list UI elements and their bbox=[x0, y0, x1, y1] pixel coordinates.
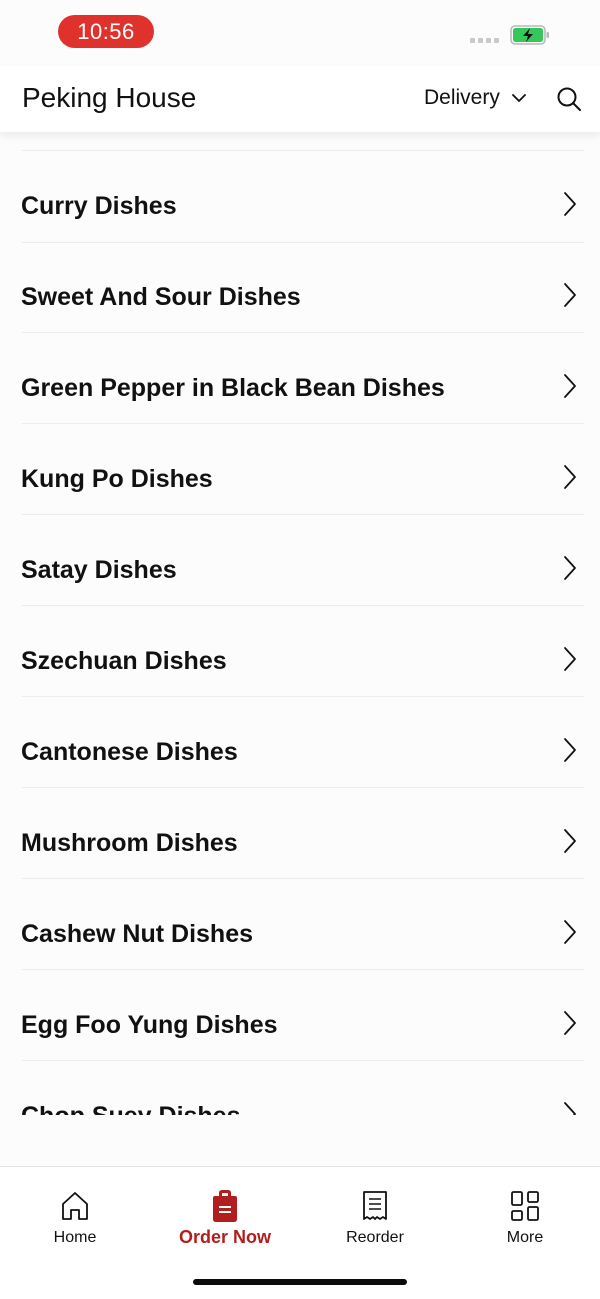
signal-icon bbox=[470, 38, 499, 43]
chevron-right-icon bbox=[564, 556, 576, 580]
chevron-right-icon bbox=[564, 465, 576, 489]
category-row[interactable]: Szechuan Dishes bbox=[0, 606, 600, 697]
delivery-mode-label: Delivery bbox=[424, 86, 500, 109]
category-label: Egg Foo Yung Dishes bbox=[21, 1011, 278, 1039]
tab-reorder[interactable]: Reorder bbox=[300, 1189, 450, 1247]
category-row[interactable]: Chop Suey Dishes bbox=[0, 1061, 600, 1117]
battery-icon bbox=[510, 25, 549, 45]
status-time: 10:56 bbox=[58, 15, 154, 48]
category-row[interactable]: Green Pepper in Black Bean Dishes bbox=[0, 333, 600, 424]
category-row[interactable]: Cantonese Dishes bbox=[0, 697, 600, 788]
status-bar: 10:56 bbox=[0, 0, 600, 66]
chevron-right-icon bbox=[564, 829, 576, 853]
category-row[interactable]: Egg Foo Yung Dishes bbox=[0, 970, 600, 1061]
home-icon bbox=[62, 1192, 88, 1220]
tab-bar: Home Order Now Reorder More bbox=[0, 1166, 600, 1299]
category-label: Cashew Nut Dishes bbox=[21, 920, 254, 948]
grid-icon bbox=[511, 1191, 539, 1221]
chevron-right-icon bbox=[564, 283, 576, 307]
category-row[interactable]: Mushroom Dishes bbox=[0, 788, 600, 879]
category-row[interactable]: Curry Dishes bbox=[0, 151, 600, 242]
category-label: Kung Po Dishes bbox=[21, 465, 213, 493]
chevron-right-icon bbox=[564, 920, 576, 944]
category-label: Sweet And Sour Dishes bbox=[21, 283, 301, 311]
category-label: Satay Dishes bbox=[21, 556, 177, 584]
order-bag-icon bbox=[213, 1190, 237, 1222]
tab-label: Home bbox=[53, 1229, 97, 1246]
category-row[interactable]: Kung Po Dishes bbox=[0, 424, 600, 515]
category-label: Curry Dishes bbox=[21, 192, 177, 220]
tab-more[interactable]: More bbox=[450, 1189, 600, 1247]
category-label: Mushroom Dishes bbox=[21, 829, 238, 857]
chevron-right-icon bbox=[564, 647, 576, 671]
receipt-icon bbox=[363, 1191, 387, 1220]
category-label: Szechuan Dishes bbox=[21, 647, 227, 675]
chevron-right-icon bbox=[564, 738, 576, 762]
category-list: Curry Dishes Sweet And Sour Dishes Green… bbox=[0, 132, 600, 1117]
tab-label: More bbox=[506, 1229, 544, 1246]
tab-label: Order Now bbox=[178, 1227, 271, 1247]
app-header: Peking House Delivery bbox=[0, 66, 600, 132]
page-title: Peking House bbox=[22, 82, 197, 113]
chevron-down-icon bbox=[511, 93, 526, 102]
category-label: Green Pepper in Black Bean Dishes bbox=[21, 374, 445, 402]
category-row[interactable]: Sweet And Sour Dishes bbox=[0, 242, 600, 333]
category-label: Cantonese Dishes bbox=[21, 738, 238, 766]
category-row[interactable]: Satay Dishes bbox=[0, 515, 600, 606]
chevron-right-icon bbox=[564, 1011, 576, 1035]
home-indicator[interactable] bbox=[193, 1279, 407, 1285]
tab-order-now[interactable]: Order Now bbox=[150, 1189, 300, 1248]
list-clip-area bbox=[0, 1115, 600, 1167]
delivery-mode-dropdown[interactable]: Delivery bbox=[424, 86, 526, 110]
tab-home[interactable]: Home bbox=[0, 1189, 150, 1247]
category-row[interactable]: Cashew Nut Dishes bbox=[0, 879, 600, 970]
tab-label: Reorder bbox=[346, 1229, 404, 1246]
chevron-right-icon bbox=[564, 374, 576, 398]
search-icon[interactable] bbox=[556, 86, 582, 112]
chevron-right-icon bbox=[564, 192, 576, 216]
